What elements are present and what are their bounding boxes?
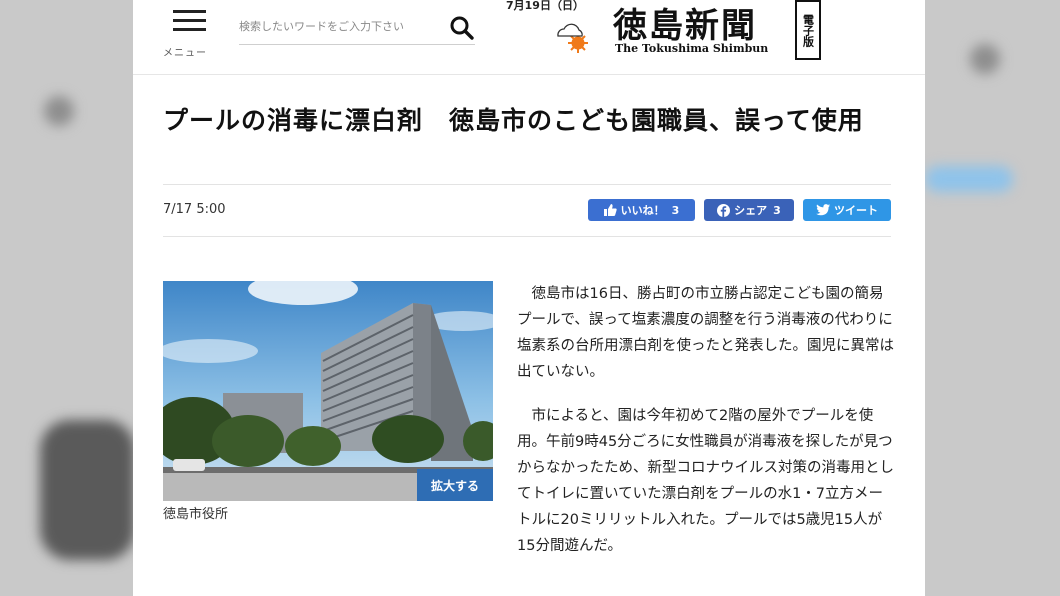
article-timestamp: 7/17 5:00 (163, 202, 226, 217)
background-blur (40, 420, 135, 560)
digital-edition-badge: 電子版 (795, 0, 821, 60)
facebook-like-button[interactable]: いいね！ 3 (588, 199, 695, 221)
twitter-icon (816, 204, 830, 216)
divider (163, 236, 891, 237)
article-page: メニュー 7月19日（日） (133, 0, 925, 596)
tweet-button[interactable]: ツイート (803, 199, 891, 221)
photo-caption: 徳島市役所 (163, 507, 229, 522)
share-label: シェア (734, 204, 768, 217)
like-count: 3 (671, 203, 680, 217)
background-blur (970, 44, 1000, 74)
tweet-label: ツイート (834, 204, 878, 217)
site-header: メニュー 7月19日（日） (133, 0, 925, 75)
thumbs-up-icon (603, 204, 617, 216)
like-label: いいね！ (620, 204, 665, 217)
search-icon[interactable] (449, 15, 475, 41)
facebook-icon (717, 203, 731, 217)
menu-button[interactable]: メニュー (161, 6, 217, 59)
newspaper-logo[interactable]: 徳島新聞 (613, 0, 757, 47)
newspaper-logo-english: The Tokushima Shimbun (615, 42, 769, 55)
facebook-share-button[interactable]: シェア 3 (704, 199, 794, 221)
article-photo[interactable]: 拡大する (163, 281, 493, 501)
today-date: 7月19日（日） (506, 0, 584, 12)
article-title: プールの消毒に漂白剤 徳島市のこども園職員、誤って使用 (163, 106, 864, 135)
article-paragraph: 市によると、園は今年初めて2階の屋外でプールを使用。午前9時45分ごろに女性職員… (517, 408, 894, 554)
weather-cloudy-sunny-icon (554, 18, 594, 56)
article-paragraph: 徳島市は16日、勝占町の市立勝占認定こども園の簡易プールで、誤って塩素濃度の調整… (517, 286, 894, 380)
enlarge-photo-button[interactable]: 拡大する (417, 469, 493, 501)
article-body: 徳島市は16日、勝占町の市立勝占認定こども園の簡易プールで、誤って塩素濃度の調整… (517, 281, 897, 577)
background-blur (925, 166, 1013, 192)
menu-label: メニュー (163, 48, 207, 59)
search-bar (239, 14, 475, 45)
divider (163, 184, 891, 185)
background-blur (44, 96, 74, 126)
share-count: 3 (773, 203, 781, 217)
city-hall-image (163, 281, 493, 501)
search-input[interactable] (239, 14, 439, 40)
